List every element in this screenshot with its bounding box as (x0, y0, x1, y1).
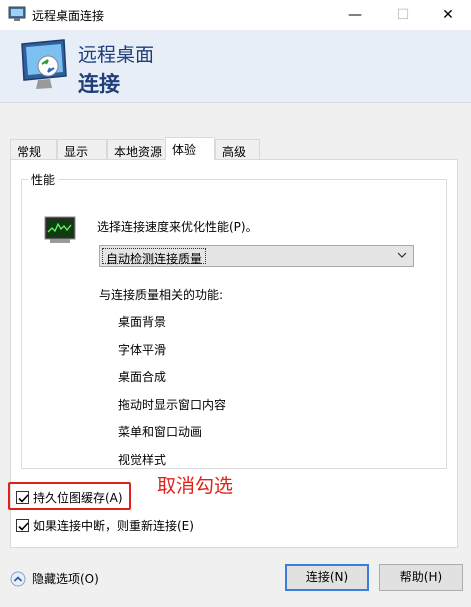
performance-monitor-icon (44, 216, 76, 243)
feature-item: 拖动时显示窗口内容 (118, 398, 227, 412)
feature-item: 菜单和窗口动画 (118, 425, 203, 439)
tab-local-resources[interactable]: 本地资源 (107, 139, 167, 160)
performance-group-legend: 性能 (28, 171, 59, 188)
help-button[interactable]: 帮助(H) (379, 564, 463, 591)
maximize-icon: ☐ (396, 7, 410, 23)
feature-item: 字体平滑 (118, 343, 167, 357)
annotation-text: 取消勾选 (157, 475, 234, 497)
hide-options-toggle[interactable]: 隐藏选项(O) (10, 570, 99, 587)
reconnect-checkbox[interactable]: 如果连接中断，则重新连接(E) (16, 517, 194, 534)
maximize-button[interactable]: ☐ (380, 0, 426, 30)
tab-experience[interactable]: 体验 (165, 137, 215, 160)
feature-item: 桌面背景 (118, 315, 167, 329)
reconnect-label: 如果连接中断，则重新连接(E) (33, 519, 194, 533)
dialog-header: 远程桌面 连接 (0, 30, 471, 103)
tab-display[interactable]: 显示 (57, 139, 107, 160)
connection-speed-select[interactable]: 自动检测连接质量 (99, 245, 414, 267)
remote-desktop-monitor-icon (21, 39, 67, 89)
minimize-icon: — (348, 7, 362, 23)
header-title-line1: 远程桌面 (78, 44, 155, 66)
close-button[interactable]: ✕ (425, 0, 471, 30)
collapse-up-icon (10, 571, 26, 586)
feature-item: 桌面合成 (118, 370, 167, 384)
tab-general[interactable]: 常规 (10, 139, 57, 160)
connection-speed-value: 自动检测连接质量 (102, 248, 207, 266)
remote-desktop-app-icon (8, 6, 26, 21)
features-label: 与连接质量相关的功能: (99, 288, 224, 302)
window-title: 远程桌面连接 (32, 9, 105, 23)
performance-group: 性能 选择连接速度来优化性能(P)。 自动检测连接质量 与连接质量相关的功能: … (21, 171, 447, 469)
minimize-button[interactable]: — (332, 0, 378, 30)
hide-options-label: 隐藏选项(O) (32, 572, 99, 586)
speed-select-prompt: 选择连接速度来优化性能(P)。 (97, 220, 258, 234)
title-bar: 远程桌面连接 — ☐ ✕ (0, 0, 471, 30)
annotation-highlight-box (8, 482, 131, 510)
checkbox-checked-icon[interactable] (16, 519, 29, 532)
tab-advanced[interactable]: 高级 (215, 139, 260, 160)
connect-button[interactable]: 连接(N) (285, 564, 369, 591)
chevron-down-icon (397, 252, 407, 258)
close-icon: ✕ (442, 7, 454, 23)
feature-item: 视觉样式 (118, 453, 167, 467)
header-title-line2: 连接 (78, 72, 120, 96)
